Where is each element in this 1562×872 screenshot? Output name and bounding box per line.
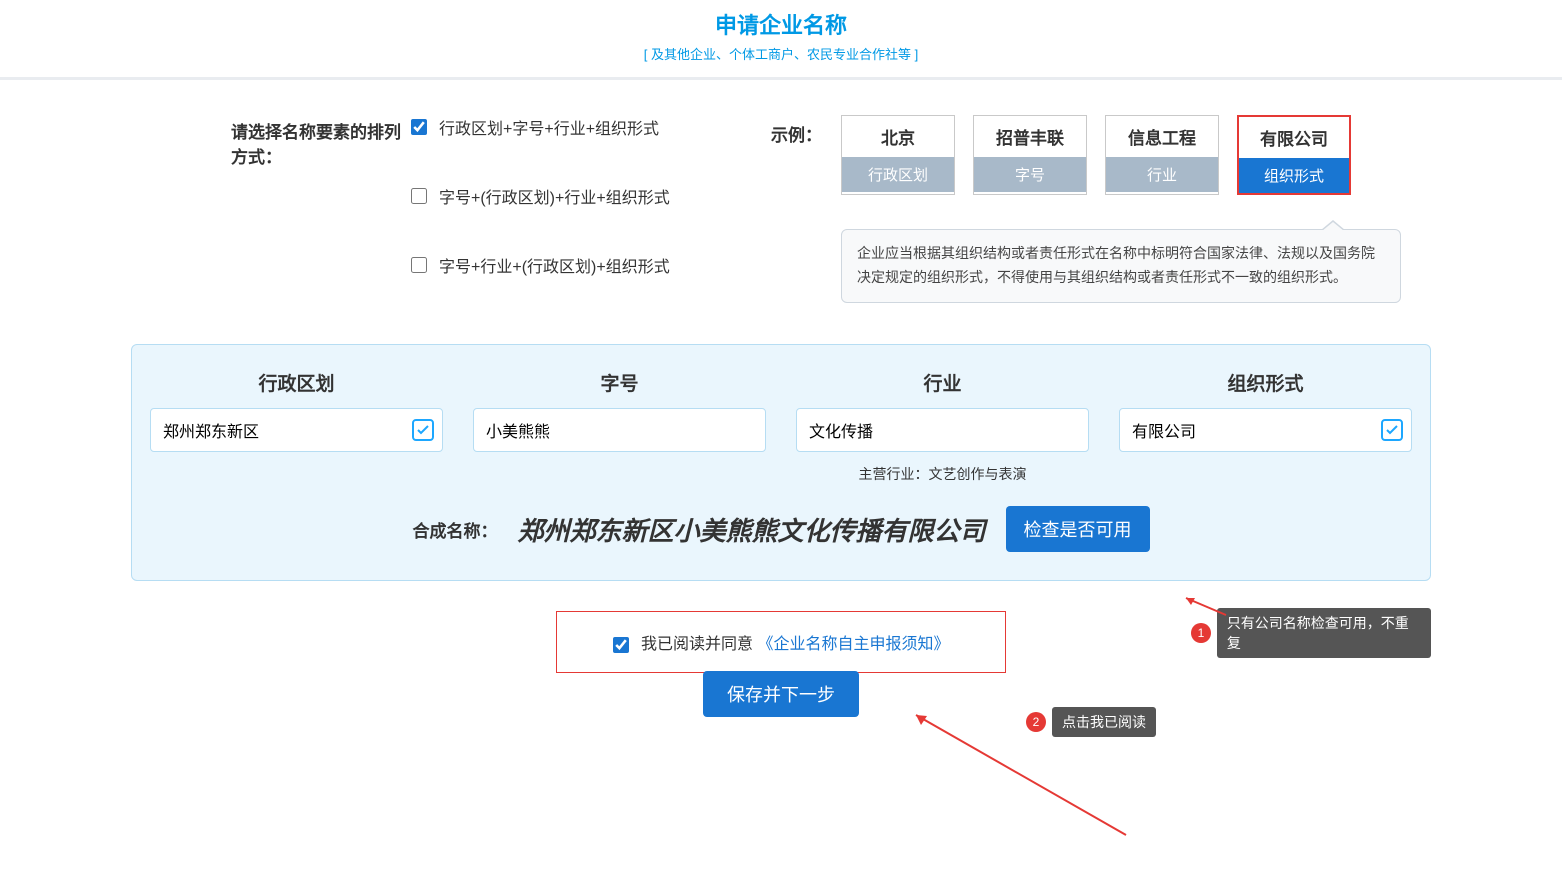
example-card-industry[interactable]: 信息工程 行业 <box>1105 115 1219 195</box>
select-icon[interactable] <box>411 418 435 442</box>
form-col-region: 行政区划 <box>150 369 443 484</box>
sub-industry-label: 主营行业： <box>859 466 929 482</box>
select-icon[interactable] <box>1380 418 1404 442</box>
example-label: 示例： <box>771 115 841 146</box>
arrange-option-1-label: 行政区划+字号+行业+组织形式 <box>439 115 659 139</box>
annotation-label-2: 点击我已阅读 <box>1052 707 1156 737</box>
tradename-input[interactable] <box>473 408 766 452</box>
form-col-orgform: 组织形式 <box>1119 369 1412 484</box>
sub-industry-value: 文艺创作与表演 <box>929 466 1027 482</box>
arrange-option-2-label: 字号+(行政区划)+行业+组织形式 <box>439 184 670 208</box>
save-next-button[interactable]: 保存并下一步 <box>703 671 859 717</box>
example-card-region[interactable]: 北京 行政区划 <box>841 115 955 195</box>
annotation-label-1: 只有公司名称检查可用，不重复 <box>1217 608 1431 658</box>
annotation-badge-1: 1 <box>1191 623 1211 643</box>
orgform-input[interactable] <box>1119 408 1412 452</box>
arrange-label: 请选择名称要素的排列方式： <box>131 115 411 168</box>
example-card-orgform-bot: 组织形式 <box>1239 158 1349 193</box>
region-input[interactable] <box>150 408 443 452</box>
arrange-option-2[interactable]: 字号+(行政区划)+行业+组织形式 <box>411 184 771 208</box>
example-card-tradename-bot: 字号 <box>974 157 1086 192</box>
annotation-1: 1 只有公司名称检查可用，不重复 <box>1191 608 1431 658</box>
example-cards: 北京 行政区划 招普丰联 字号 信息工程 行业 有限公司 组织形式 <box>841 115 1351 195</box>
form-col-industry: 行业 主营行业：文艺创作与表演 <box>796 369 1089 484</box>
form-col-region-label: 行政区划 <box>150 369 443 396</box>
header-divider <box>0 77 1562 80</box>
page-subtitle: [ 及其他企业、个体工商户、农民专业合作社等 ] <box>0 44 1562 63</box>
arrange-option-3-label: 字号+行业+(行政区划)+组织形式 <box>439 253 670 277</box>
page-title: 申请企业名称 <box>0 8 1562 40</box>
arrange-checkbox-3[interactable] <box>411 257 427 273</box>
example-card-tradename[interactable]: 招普丰联 字号 <box>973 115 1087 195</box>
form-col-tradename-label: 字号 <box>473 369 766 396</box>
agree-link[interactable]: 《企业名称自主申报须知》 <box>757 636 949 653</box>
example-card-region-top: 北京 <box>842 116 954 157</box>
check-availability-button[interactable]: 检查是否可用 <box>1006 506 1150 552</box>
form-col-industry-label: 行业 <box>796 369 1089 396</box>
form-col-tradename: 字号 <box>473 369 766 484</box>
arrange-checkbox-1[interactable] <box>411 119 427 135</box>
example-card-orgform-top: 有限公司 <box>1239 117 1349 158</box>
agree-text: 我已阅读并同意 <box>641 636 753 653</box>
agree-box: 我已阅读并同意 《企业名称自主申报须知》 <box>556 611 1006 673</box>
annotation-2: 2 点击我已阅读 <box>1026 707 1156 737</box>
page-header: 申请企业名称 [ 及其他企业、个体工商户、农民专业合作社等 ] <box>0 0 1562 69</box>
compose-row: 合成名称： 郑州郑东新区小美熊熊文化传播有限公司 检查是否可用 <box>150 506 1412 552</box>
example-card-region-bot: 行政区划 <box>842 157 954 192</box>
arrange-option-1[interactable]: 行政区划+字号+行业+组织形式 <box>411 115 771 139</box>
arrange-checkbox-2[interactable] <box>411 188 427 204</box>
industry-input[interactable] <box>796 408 1089 452</box>
example-tip: 企业应当根据其组织结构或者责任形式在名称中标明符合国家法律、法规以及国务院决定规… <box>841 229 1401 303</box>
example-card-industry-bot: 行业 <box>1106 157 1218 192</box>
form-panel: 行政区划 字号 行业 主营行业：文艺创作与表演 <box>131 344 1431 581</box>
arrange-option-3[interactable]: 字号+行业+(行政区划)+组织形式 <box>411 253 771 277</box>
compose-label: 合成名称： <box>412 517 497 542</box>
example-card-orgform[interactable]: 有限公司 组织形式 <box>1237 115 1351 195</box>
example-card-tradename-top: 招普丰联 <box>974 116 1086 157</box>
form-col-orgform-label: 组织形式 <box>1119 369 1412 396</box>
agree-checkbox[interactable] <box>613 637 629 653</box>
compose-name: 郑州郑东新区小美熊熊文化传播有限公司 <box>517 511 985 548</box>
sub-industry: 主营行业：文艺创作与表演 <box>796 464 1089 484</box>
annotation-badge-2: 2 <box>1026 712 1046 732</box>
example-card-industry-top: 信息工程 <box>1106 116 1218 157</box>
arrange-options: 行政区划+字号+行业+组织形式 字号+(行政区划)+行业+组织形式 字号+行业+… <box>411 115 771 322</box>
